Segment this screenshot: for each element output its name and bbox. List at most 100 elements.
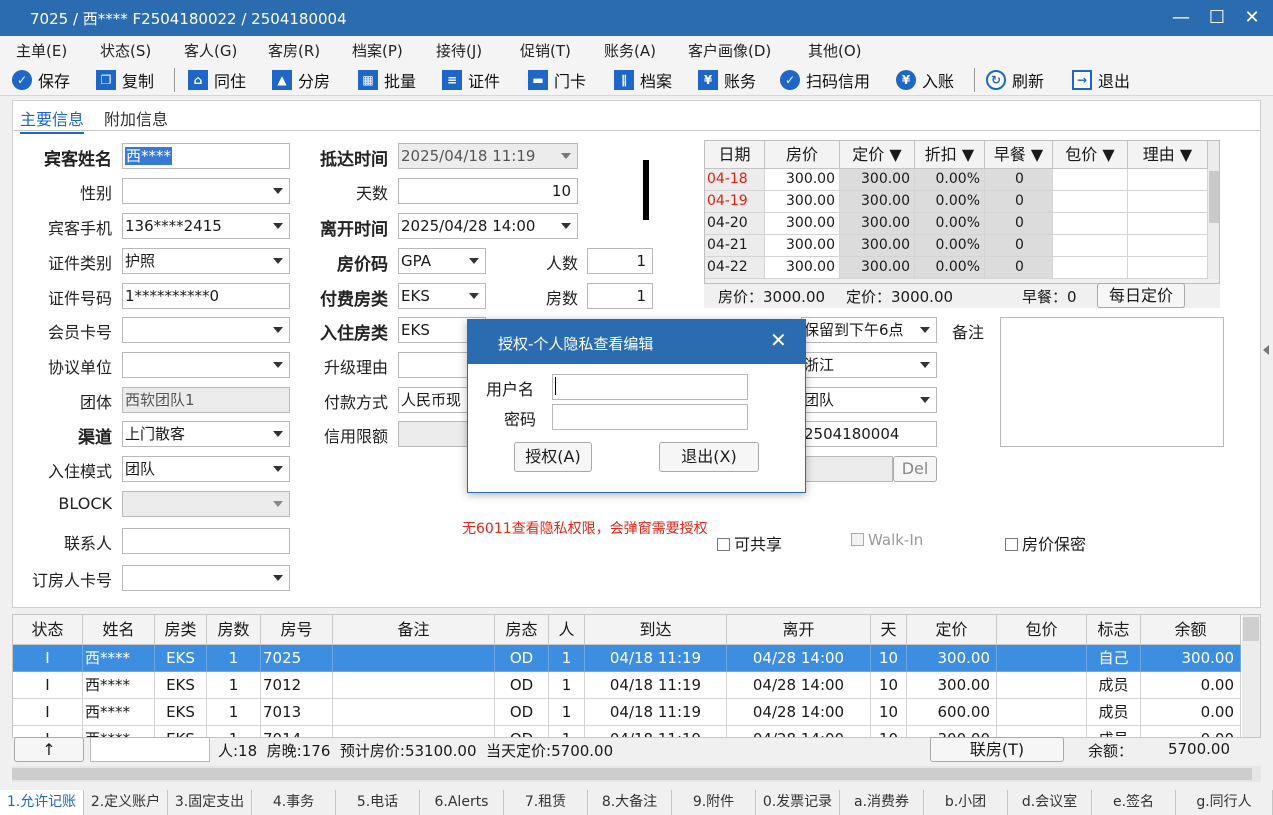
rate-cell-reason[interactable] [1128, 257, 1208, 279]
guest-scroll-thumb[interactable] [1243, 617, 1259, 641]
guest-cell[interactable] [997, 699, 1087, 726]
guest-cell[interactable]: 04/18 11:19 [585, 672, 727, 699]
guest-cell[interactable]: 自己 [1087, 645, 1141, 672]
booker-card-select[interactable] [122, 565, 290, 591]
bottom-tab[interactable]: g.同行人 [1176, 790, 1273, 815]
rate-cell-disc[interactable]: 0.00% [915, 257, 985, 279]
scan-credit-button[interactable]: ✓ 扫码信用 [780, 68, 870, 92]
guest-col-header[interactable]: 天 [871, 615, 907, 645]
guest-cell[interactable]: 10 [871, 672, 907, 699]
menu-status[interactable]: 状态(S) [100, 40, 151, 61]
rate-col-list[interactable]: 定价 ▼ [840, 141, 915, 169]
guest-cell[interactable] [333, 645, 495, 672]
bottom-tab[interactable]: 6.Alerts [420, 790, 504, 815]
guest-cell[interactable] [997, 645, 1087, 672]
guest-cell[interactable]: 10 [871, 726, 907, 737]
guest-col-header[interactable]: 人 [549, 615, 585, 645]
rate-cell-date[interactable]: 04-22 [705, 257, 765, 279]
rooms-input[interactable]: 1 [587, 283, 653, 309]
guest-col-header[interactable]: 备注 [333, 615, 495, 645]
rate-cell-list[interactable]: 300.00 [840, 169, 915, 191]
rate-col-package[interactable]: 包价 ▼ [1053, 141, 1128, 169]
id-doc-button[interactable]: ≡ 证件 [442, 68, 500, 92]
rate-cell-price[interactable]: 300.00 [765, 235, 840, 257]
hold-select[interactable]: 保留到下午6点 [801, 317, 937, 343]
guest-cell[interactable]: EKS [155, 699, 207, 726]
guest-cell[interactable]: EKS [155, 672, 207, 699]
menu-accounts[interactable]: 账务(A) [604, 40, 656, 61]
shareable-checkbox[interactable]: 可共享 [717, 531, 782, 555]
guest-cell[interactable]: 成员 [1087, 699, 1141, 726]
rate-cell-pkg[interactable] [1053, 191, 1128, 213]
tab-extra-info[interactable]: 附加信息 [104, 106, 168, 130]
rate-scroll-thumb[interactable] [1209, 171, 1219, 223]
bottom-tab[interactable]: 7.租赁 [504, 790, 588, 815]
rate-cell-bf[interactable]: 0 [985, 213, 1053, 235]
guest-cell[interactable]: 西**** [83, 672, 155, 699]
copy-button[interactable]: ❐ 复制 [96, 68, 154, 92]
dialog-exit-button[interactable]: 退出(X) [659, 442, 759, 472]
guest-col-header[interactable]: 余额 [1141, 615, 1241, 645]
save-button[interactable]: ✓ 保存 [12, 68, 70, 92]
refresh-button[interactable]: ↻ 刷新 [986, 68, 1044, 92]
rate-cell-date[interactable]: 04-19 [705, 191, 765, 213]
authorize-button[interactable]: 授权(A) [514, 442, 592, 472]
guest-cell[interactable] [997, 672, 1087, 699]
days-input[interactable]: 10 [398, 178, 578, 204]
menu-reception[interactable]: 接待(J) [436, 40, 482, 61]
rate-cell-list[interactable]: 300.00 [840, 257, 915, 279]
bottom-tab[interactable]: 1.允许记账 [0, 790, 84, 815]
profile-button[interactable]: ∥ 档案 [614, 68, 672, 92]
remark-textarea[interactable] [1000, 317, 1224, 447]
guest-col-header[interactable]: 房态 [495, 615, 549, 645]
persons-input[interactable]: 1 [587, 248, 653, 274]
agreement-select[interactable] [122, 352, 290, 378]
rate-cell-pkg[interactable] [1053, 213, 1128, 235]
bottom-tab[interactable]: 4.事务 [252, 790, 336, 815]
bottom-tab[interactable]: 2.定义账户 [84, 790, 168, 815]
rate-col-reason[interactable]: 理由 ▼ [1128, 141, 1208, 169]
rate-cell-bf[interactable]: 0 [985, 191, 1053, 213]
minimize-button[interactable]: — [1164, 0, 1198, 36]
rate-cell-reason[interactable] [1128, 213, 1208, 235]
phone-select[interactable]: 136****2415 [122, 213, 290, 239]
guest-cell[interactable]: 0.00 [1141, 699, 1241, 726]
collapse-arrow-icon[interactable] [1263, 345, 1269, 355]
rate-cell-date[interactable]: 04-18 [705, 169, 765, 191]
gender-select[interactable] [122, 178, 290, 204]
bottom-tab[interactable]: a.消费券 [840, 790, 924, 815]
guest-cell[interactable] [333, 699, 495, 726]
close-button[interactable]: ✕ [1235, 0, 1269, 36]
guest-col-header[interactable]: 包价 [997, 615, 1087, 645]
rate-cell-bf[interactable]: 0 [985, 235, 1053, 257]
guest-cell[interactable]: 7012 [261, 672, 333, 699]
rate-cell-price[interactable]: 300.00 [765, 213, 840, 235]
menu-other[interactable]: 其他(O) [808, 40, 862, 61]
guest-cell[interactable]: 1 [207, 726, 261, 737]
menu-customer-profile[interactable]: 客户画像(D) [688, 40, 771, 61]
exit-button[interactable]: → 退出 [1072, 68, 1130, 92]
bottom-tab[interactable]: 5.电话 [336, 790, 420, 815]
daily-rate-button[interactable]: 每日定价 [1097, 283, 1185, 308]
post-charge-button[interactable]: ¥ 入账 [896, 68, 954, 92]
guest-col-header[interactable]: 定价 [907, 615, 997, 645]
rate-cell-bf[interactable]: 0 [985, 257, 1053, 279]
rate-cell-reason[interactable] [1128, 235, 1208, 257]
member-card-select[interactable] [122, 317, 290, 343]
guest-cell[interactable]: 300.00 [1141, 645, 1241, 672]
guest-cell[interactable]: 0.00 [1141, 672, 1241, 699]
guest-cell[interactable]: 7014 [261, 726, 333, 737]
horizontal-scroll-thumb[interactable] [12, 768, 1252, 780]
guest-col-header[interactable]: 房类 [155, 615, 207, 645]
guest-cell[interactable]: 成员 [1087, 672, 1141, 699]
guest-col-header[interactable]: 状态 [13, 615, 83, 645]
guest-cell[interactable]: 04/28 14:00 [727, 726, 871, 737]
rate-cell-disc[interactable]: 0.00% [915, 235, 985, 257]
guest-col-header[interactable]: 房号 [261, 615, 333, 645]
bottom-tab[interactable]: 8.大备注 [588, 790, 672, 815]
guest-cell[interactable]: 300.00 [907, 645, 997, 672]
assign-room-button[interactable]: ▲ 分房 [272, 68, 330, 92]
rate-cell-disc[interactable]: 0.00% [915, 213, 985, 235]
rate-cell-disc[interactable]: 0.00% [915, 191, 985, 213]
rate-cell-list[interactable]: 300.00 [840, 191, 915, 213]
